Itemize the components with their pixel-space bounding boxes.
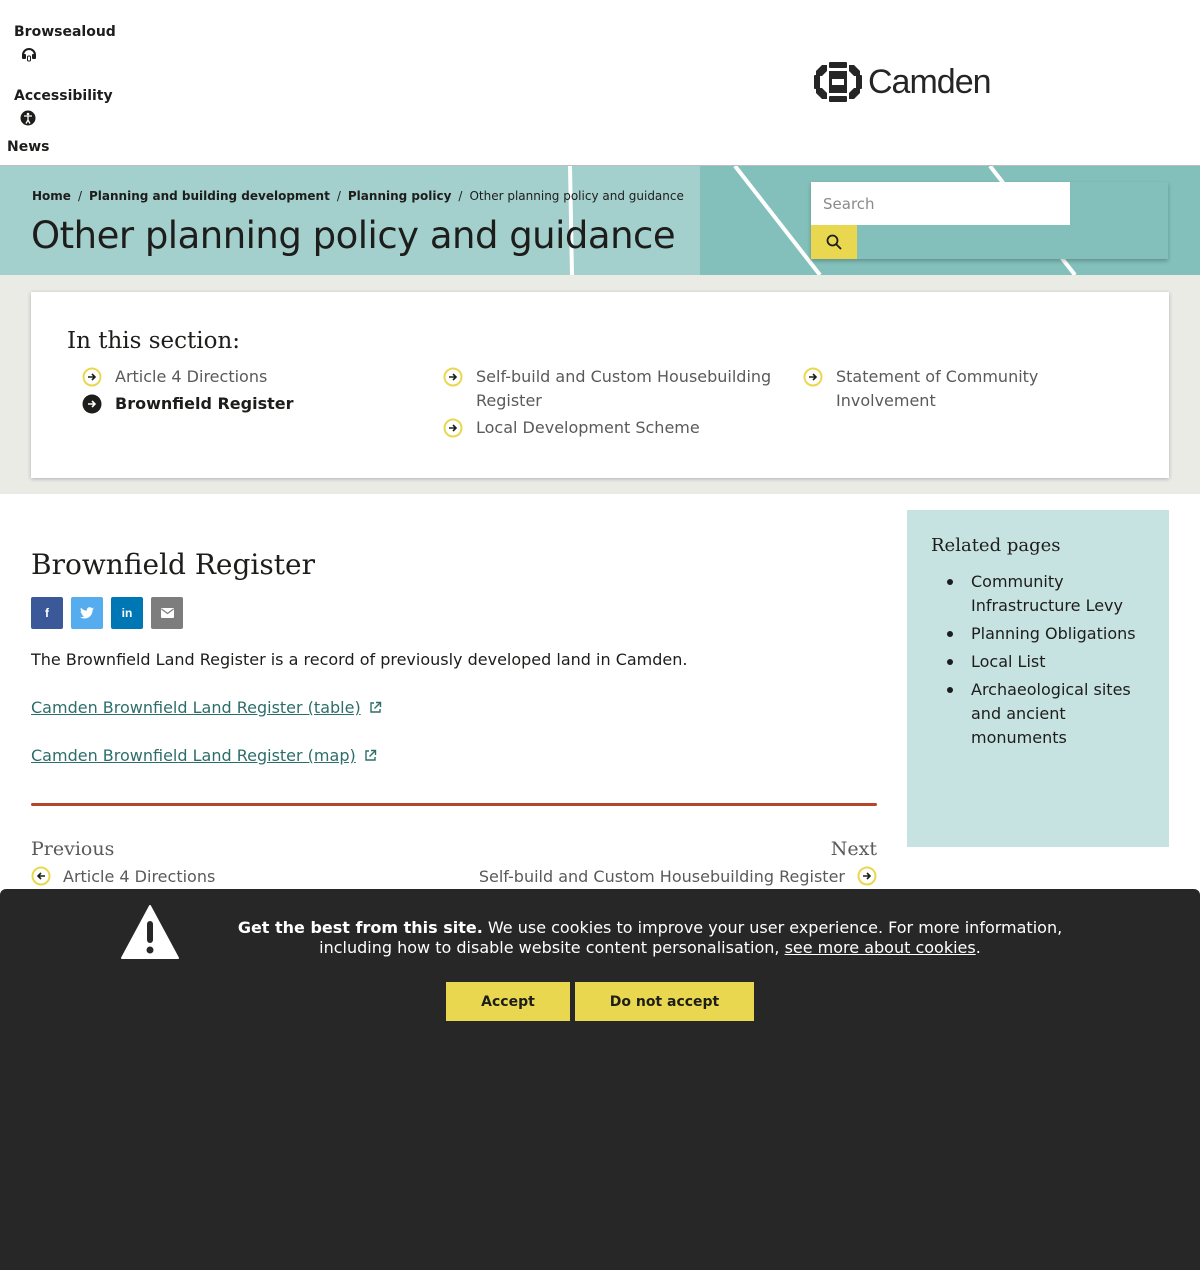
breadcrumb-separator: / [336, 189, 341, 203]
breadcrumb-home[interactable]: Home [32, 189, 71, 203]
breadcrumb-separator: / [77, 189, 82, 203]
content-divider [31, 803, 877, 806]
facebook-icon: f [45, 606, 49, 620]
accessibility-link[interactable]: Accessibility [14, 88, 113, 104]
section-item-brownfield-register[interactable]: Brownfield Register [82, 392, 294, 416]
section-item-label: Local Development Scheme [476, 418, 700, 437]
breadcrumb-current: Other planning policy and guidance [469, 189, 684, 203]
share-linkedin-button[interactable]: in [111, 597, 143, 629]
browsealoud-link[interactable]: Browsealoud [14, 24, 116, 40]
warning-icon [121, 905, 179, 959]
previous-page-title: Article 4 Directions [63, 866, 216, 886]
link-text: Camden Brownfield Land Register (map) [31, 746, 356, 765]
accept-cookies-button[interactable]: Accept [446, 982, 570, 1021]
previous-label: Previous [31, 838, 115, 860]
arrow-left-circle-icon [31, 866, 51, 886]
related-pages-list: Community Infrastructure Levy Planning O… [947, 570, 1147, 754]
link-text: Camden Brownfield Land Register (table) [31, 698, 361, 717]
email-icon [160, 608, 174, 618]
next-page-link[interactable]: Self-build and Custom Housebuilding Regi… [479, 866, 877, 886]
search-icon [826, 234, 842, 250]
section-item-community-involvement[interactable]: Statement of Community Involvement [803, 365, 1103, 413]
search-button[interactable] [811, 225, 857, 259]
cookie-message-bold: Get the best from this site. [237, 918, 483, 937]
section-heading: In this section: [67, 328, 241, 354]
external-link-icon [369, 701, 381, 713]
cookie-banner: Get the best from this site. We use cook… [0, 889, 1200, 1270]
headphones-icon[interactable] [21, 46, 37, 62]
content-title: Brownfield Register [31, 548, 315, 581]
brownfield-table-link[interactable]: Camden Brownfield Land Register (table) [31, 698, 382, 717]
share-twitter-button[interactable] [71, 597, 103, 629]
arrow-right-circle-icon [443, 418, 463, 438]
section-navigation: In this section: Article 4 Directions Br… [31, 292, 1169, 478]
linkedin-icon: in [121, 606, 133, 620]
section-item-self-build[interactable]: Self-build and Custom Housebuilding Regi… [443, 365, 773, 413]
section-item-label: Article 4 Directions [115, 367, 268, 386]
section-item-label: Self-build and Custom Housebuilding Regi… [476, 367, 772, 410]
related-pages: Related pages Community Infrastructure L… [907, 510, 1169, 847]
section-item-local-development-scheme[interactable]: Local Development Scheme [443, 416, 700, 440]
share-facebook-button[interactable]: f [31, 597, 63, 629]
section-item-label: Statement of Community Involvement [836, 367, 1039, 410]
accessibility-icon[interactable] [20, 110, 36, 126]
next-page-title: Self-build and Custom Housebuilding Regi… [478, 866, 845, 886]
section-item-article-4[interactable]: Article 4 Directions [82, 365, 267, 389]
next-label: Next [830, 838, 877, 860]
section-item-label: Brownfield Register [115, 394, 294, 413]
arrow-right-circle-icon [82, 394, 102, 414]
related-pages-title: Related pages [931, 535, 1061, 556]
section-navigation-band: In this section: Article 4 Directions Br… [0, 275, 1200, 494]
previous-page-link[interactable]: Article 4 Directions [31, 866, 215, 886]
search-form [811, 182, 1168, 259]
related-page-link[interactable]: Local List [947, 650, 1147, 674]
related-page-link[interactable]: Community Infrastructure Levy [947, 570, 1147, 618]
search-input[interactable] [811, 182, 1070, 225]
related-page-link[interactable]: Archaeological sites and ancient monumen… [947, 678, 1147, 750]
page-title: Other planning policy and guidance [31, 214, 676, 257]
cookie-message-end: . [975, 938, 981, 957]
arrow-right-circle-icon [443, 367, 463, 387]
intro-text: The Brownfield Land Register is a record… [31, 650, 688, 669]
decline-cookies-button[interactable]: Do not accept [575, 982, 754, 1021]
cookie-policy-link[interactable]: see more about cookies [785, 938, 976, 957]
arrow-right-circle-icon [803, 367, 823, 387]
related-page-link[interactable]: Planning Obligations [947, 622, 1147, 646]
arrow-right-circle-icon [857, 866, 877, 886]
page-hero: Home / Planning and building development… [0, 166, 1200, 275]
news-link[interactable]: News [7, 139, 49, 155]
breadcrumb-separator: / [458, 189, 463, 203]
external-link-icon [365, 749, 376, 761]
breadcrumb: Home / Planning and building development… [32, 189, 684, 203]
share-email-button[interactable] [151, 597, 183, 629]
camden-logo-icon [814, 62, 862, 102]
site-header: Browsealoud Accessibility News Camden [0, 0, 1200, 166]
brownfield-map-link[interactable]: Camden Brownfield Land Register (map) [31, 746, 377, 765]
camden-logo[interactable]: Camden [814, 62, 992, 102]
twitter-icon [80, 607, 94, 619]
arrow-right-circle-icon [82, 367, 102, 387]
logo-text: Camden [868, 62, 992, 101]
cookie-message: Get the best from this site. We use cook… [200, 918, 1100, 958]
breadcrumb-planning-policy[interactable]: Planning policy [348, 189, 452, 203]
breadcrumb-planning-building[interactable]: Planning and building development [89, 189, 330, 203]
